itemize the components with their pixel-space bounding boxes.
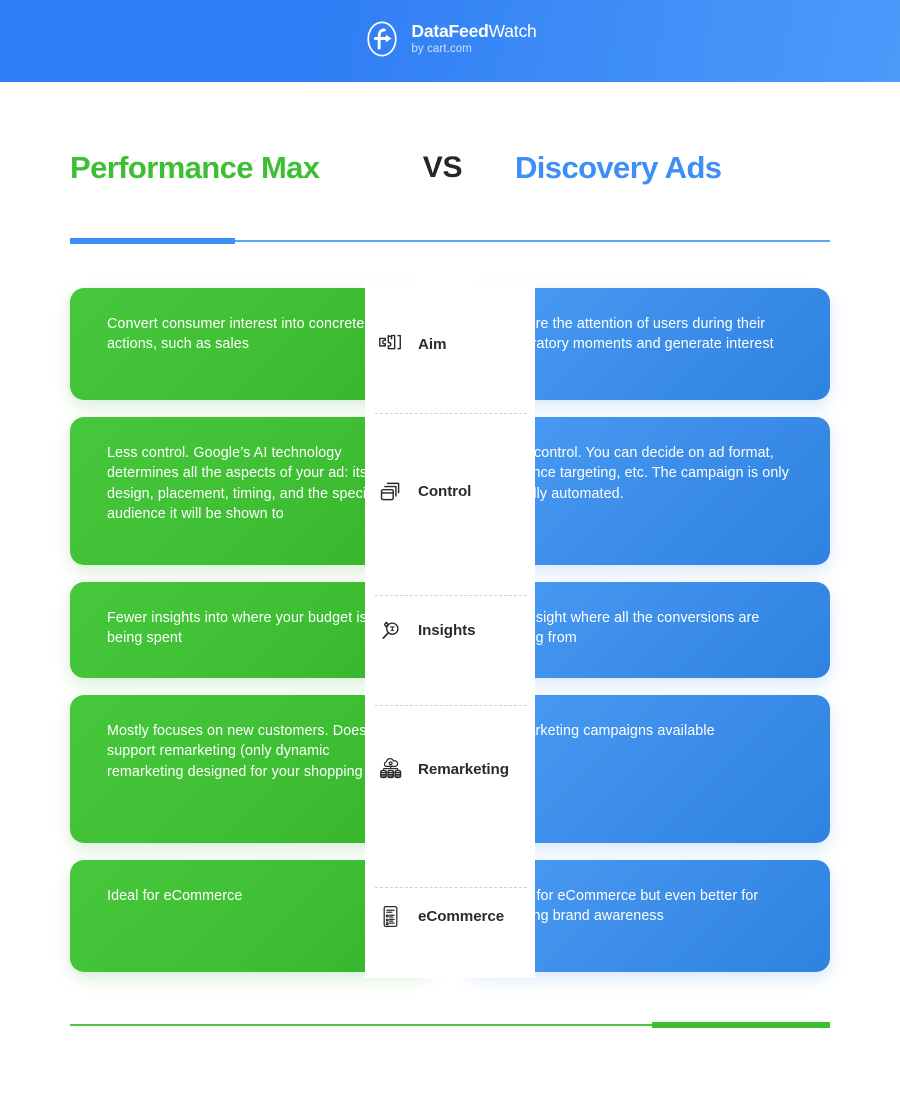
row-right-text: Capture the attention of users during th… bbox=[497, 316, 774, 353]
comparison-title-row: Performance Max VS Discovery Ads bbox=[70, 122, 830, 214]
row-center-label: Insights bbox=[418, 621, 476, 639]
stacked-windows-icon bbox=[375, 476, 405, 506]
table-row: Fewer insights into where your budget is… bbox=[70, 582, 830, 678]
row-center-label: Control bbox=[418, 482, 472, 500]
row-center-cell: Aim bbox=[365, 288, 535, 400]
brand-tagline: by cart.com bbox=[411, 43, 472, 55]
page-title-right: Discovery Ads bbox=[515, 149, 722, 185]
row-separator bbox=[375, 413, 527, 414]
top-divider-accent-segment bbox=[70, 238, 235, 244]
table-row: Ideal for eCommerce eCommerce Good for e… bbox=[70, 860, 830, 972]
cloud-servers-icon bbox=[375, 754, 405, 784]
magnifying-glass-gear-icon bbox=[375, 615, 405, 645]
bottom-divider-accent-segment bbox=[652, 1022, 830, 1028]
table-row: Mostly focuses on new customers. Doesn’t… bbox=[70, 695, 830, 843]
row-center-label: eCommerce bbox=[418, 907, 505, 925]
table-row: Less control. Google’s AI technology det… bbox=[70, 417, 830, 565]
datafeedwatch-f-logo-icon bbox=[363, 20, 401, 58]
row-separator bbox=[375, 705, 527, 706]
row-left-text: Less control. Google’s AI technology det… bbox=[107, 445, 381, 522]
page-header: DataFeedWatch by cart.com bbox=[0, 0, 900, 82]
row-left-text: Convert consumer interest into concrete … bbox=[107, 316, 365, 353]
versus-label: VS bbox=[422, 151, 463, 184]
comparison-table: Convert consumer interest into concrete … bbox=[70, 282, 830, 978]
table-row: Convert consumer interest into concrete … bbox=[70, 288, 830, 400]
bottom-divider bbox=[70, 1022, 830, 1028]
row-center-cell: Control bbox=[365, 417, 535, 565]
page-title-left: Performance Max bbox=[70, 149, 320, 185]
brand-logo: DataFeedWatch by cart.com bbox=[363, 20, 537, 58]
puzzle-piece-icon bbox=[375, 329, 405, 359]
list-document-icon bbox=[375, 901, 405, 931]
row-left-text: Fewer insights into where your budget is… bbox=[107, 610, 367, 647]
row-center-cell: Remarketing bbox=[365, 695, 535, 843]
row-left-text: Mostly focuses on new customers. Doesn’t… bbox=[107, 723, 400, 780]
brand-name-bold: DataFeed bbox=[411, 20, 489, 41]
row-center-cell: eCommerce bbox=[365, 860, 535, 972]
row-center-cell: Insights bbox=[365, 582, 535, 678]
top-divider bbox=[70, 238, 830, 244]
row-separator bbox=[375, 595, 527, 596]
content-stage: Performance Max VS Discovery Ads Convert… bbox=[0, 122, 900, 1028]
row-separator bbox=[375, 887, 527, 888]
row-right-text: Good for eCommerce but even better for c… bbox=[497, 888, 759, 925]
row-left-text: Ideal for eCommerce bbox=[107, 888, 243, 904]
row-center-label: Aim bbox=[418, 335, 447, 353]
brand-name-light: Watch bbox=[488, 20, 537, 41]
row-right-text: Full insight where all the conversions a… bbox=[497, 610, 760, 647]
row-right-text: More control. You can decide on ad forma… bbox=[497, 445, 789, 502]
row-center-label: Remarketing bbox=[418, 760, 509, 778]
